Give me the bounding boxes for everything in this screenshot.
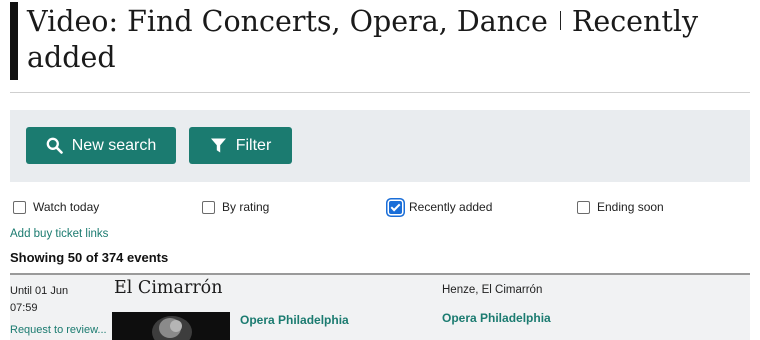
search-icon: [46, 137, 63, 154]
filter-by-rating[interactable]: By rating: [202, 198, 269, 216]
watch-today-checkbox[interactable]: [13, 200, 26, 214]
event-thumbnail[interactable]: [112, 312, 230, 340]
new-search-label: New search: [71, 136, 157, 154]
event-title[interactable]: El Cimarrón: [114, 278, 223, 298]
ending-soon-label: Ending soon: [597, 200, 664, 214]
watch-today-label: Watch today: [33, 200, 100, 214]
by-rating-checkbox[interactable]: [202, 200, 215, 214]
filter-ending-soon[interactable]: Ending soon: [577, 198, 664, 216]
filter-recently-added[interactable]: Recently added: [389, 198, 492, 216]
page-title: Video: Find Concerts, Opera, Dance Recent…: [27, 4, 747, 76]
results-summary: Showing 50 of 374 events: [10, 250, 169, 265]
filter-watch-today[interactable]: Watch today: [13, 198, 99, 216]
title-accent-bar: [10, 2, 18, 80]
recently-added-checkbox[interactable]: [389, 200, 402, 214]
title-separator: [559, 11, 561, 30]
event-company-link[interactable]: Opera Philadelphia: [442, 311, 551, 325]
ending-soon-checkbox[interactable]: [577, 200, 590, 214]
add-buy-ticket-links[interactable]: Add buy ticket links: [10, 228, 108, 240]
title-divider: [10, 92, 750, 93]
event-until-date: Until 01 Jun: [10, 285, 69, 297]
search-panel: New search Filter: [10, 110, 750, 182]
by-rating-label: By rating: [222, 200, 270, 214]
event-time: 07:59: [10, 302, 38, 314]
event-row: Until 01 Jun 07:59 Request to review... …: [0, 275, 760, 340]
recently-added-label: Recently added: [409, 200, 493, 214]
event-work: Henze, El Cimarrón: [442, 284, 543, 296]
thumbnail-image: [112, 312, 230, 340]
filter-icon: [210, 137, 227, 154]
event-venue-link[interactable]: Opera Philadelphia: [240, 313, 349, 327]
new-search-button[interactable]: New search: [26, 127, 176, 164]
page-title-main: Video: Find Concerts, Opera, Dance: [27, 5, 548, 38]
filter-button[interactable]: Filter: [189, 127, 292, 164]
filter-label: Filter: [235, 136, 272, 154]
request-to-review-link[interactable]: Request to review...: [10, 324, 107, 336]
